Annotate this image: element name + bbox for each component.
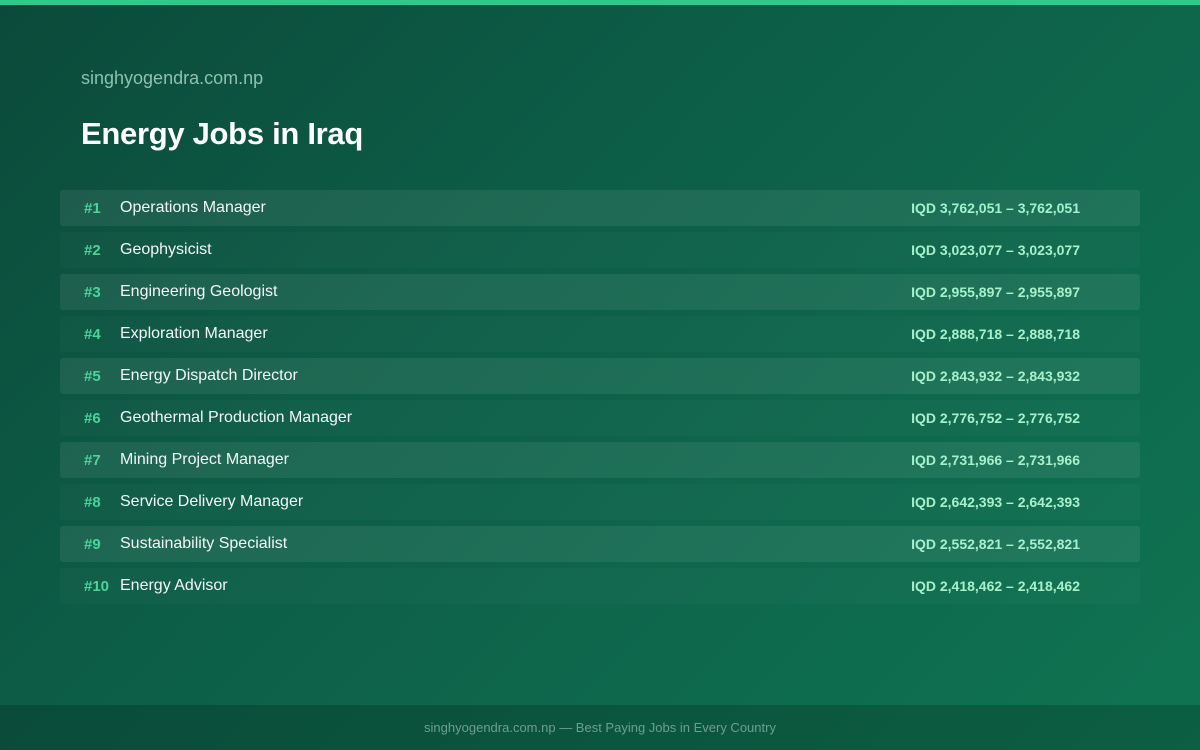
job-row: #6 Geothermal Production Manager IQD 2,7… <box>60 400 1140 436</box>
job-row: #2 Geophysicist IQD 3,023,077 – 3,023,07… <box>60 232 1140 268</box>
job-title: Exploration Manager <box>120 325 268 342</box>
footer: singhyogendra.com.np — Best Paying Jobs … <box>0 705 1200 750</box>
job-row: #3 Engineering Geologist IQD 2,955,897 –… <box>60 274 1140 310</box>
job-row: #7 Mining Project Manager IQD 2,731,966 … <box>60 442 1140 478</box>
job-salary: IQD 3,762,051 – 3,762,051 <box>911 200 1080 216</box>
job-salary: IQD 2,642,393 – 2,642,393 <box>911 494 1080 510</box>
job-title: Mining Project Manager <box>120 451 289 468</box>
job-rank: #3 <box>84 283 101 301</box>
job-list: #1 Operations Manager IQD 3,762,051 – 3,… <box>60 190 1140 610</box>
job-title: Operations Manager <box>120 199 266 216</box>
job-title: Energy Advisor <box>120 577 228 594</box>
job-rank: #8 <box>84 493 101 511</box>
job-title: Sustainability Specialist <box>120 535 288 552</box>
job-rank: #5 <box>84 367 101 385</box>
job-row: #1 Operations Manager IQD 3,762,051 – 3,… <box>60 190 1140 226</box>
job-rank: #2 <box>84 241 101 259</box>
job-title: Engineering Geologist <box>120 283 278 300</box>
job-title: Geophysicist <box>120 241 212 258</box>
job-row: #8 Service Delivery Manager IQD 2,642,39… <box>60 484 1140 520</box>
job-salary: IQD 2,552,821 – 2,552,821 <box>911 536 1080 552</box>
job-salary: IQD 2,731,966 – 2,731,966 <box>911 452 1080 468</box>
job-salary: IQD 3,023,077 – 3,023,077 <box>911 242 1080 258</box>
job-salary: IQD 2,955,897 – 2,955,897 <box>911 284 1080 300</box>
job-salary: IQD 2,418,462 – 2,418,462 <box>911 578 1080 594</box>
job-rank: #9 <box>84 535 101 553</box>
job-row: #5 Energy Dispatch Director IQD 2,843,93… <box>60 358 1140 394</box>
job-salary: IQD 2,776,752 – 2,776,752 <box>911 410 1080 426</box>
job-salary: IQD 2,843,932 – 2,843,932 <box>911 368 1080 384</box>
job-rank: #7 <box>84 451 101 469</box>
page-title: Energy Jobs in Iraq <box>81 116 363 151</box>
top-accent-bar <box>0 0 1200 5</box>
job-title: Geothermal Production Manager <box>120 409 353 426</box>
job-title: Energy Dispatch Director <box>120 367 298 384</box>
job-rank: #10 <box>84 577 110 595</box>
job-salary: IQD 2,888,718 – 2,888,718 <box>911 326 1080 342</box>
job-rank: #4 <box>84 325 101 343</box>
job-row: #4 Exploration Manager IQD 2,888,718 – 2… <box>60 316 1140 352</box>
job-rank: #6 <box>84 409 101 427</box>
job-title: Service Delivery Manager <box>120 493 304 510</box>
job-row: #9 Sustainability Specialist IQD 2,552,8… <box>60 526 1140 562</box>
job-rank: #1 <box>84 199 101 217</box>
site-name: singhyogendra.com.np <box>81 68 264 88</box>
footer-text: singhyogendra.com.np — Best Paying Jobs … <box>424 720 776 735</box>
job-row: #10 Energy Advisor IQD 2,418,462 – 2,418… <box>60 568 1140 604</box>
